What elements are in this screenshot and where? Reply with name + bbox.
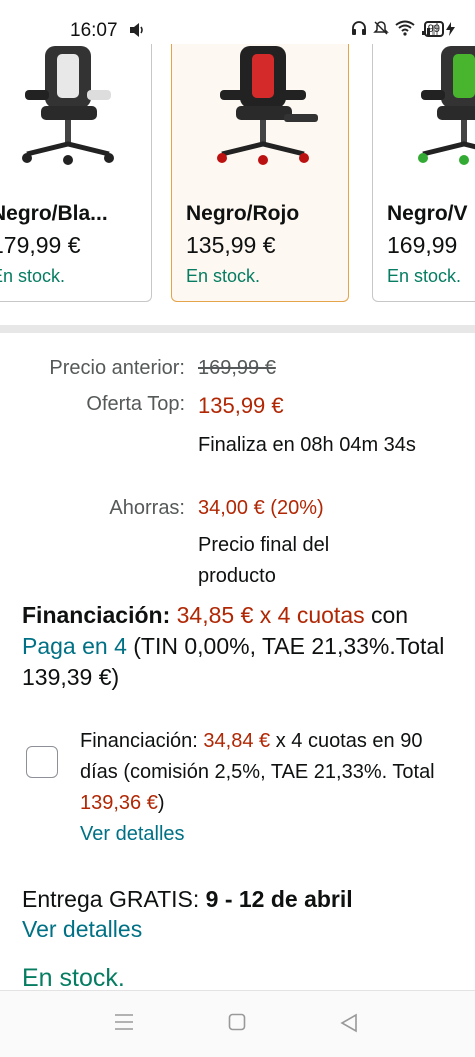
- delivery-dates: 9 - 12 de abril: [205, 886, 353, 912]
- availability-status: En stock.: [22, 964, 125, 992]
- financing-summary: Financiación: 34,85 € x 4 cuotas con Pag…: [22, 600, 462, 693]
- previous-price-label: Precio anterior:: [49, 357, 185, 379]
- financing-option-close: ): [157, 792, 165, 814]
- financing-amount: 34,85 € x 4 cuotas: [176, 602, 365, 628]
- variant-stock: En stock.: [387, 266, 462, 286]
- section-divider: [0, 325, 475, 333]
- variant-card[interactable]: Negro/V 169,99 En stock.: [372, 44, 475, 302]
- vibrate-icon: [128, 22, 146, 43]
- financing-option-total: 139,36 €: [80, 792, 158, 814]
- notifications-off-icon: [373, 20, 389, 41]
- offer-label: Oferta Top:: [86, 393, 185, 415]
- delivery-details-link[interactable]: Ver detalles: [22, 914, 353, 944]
- variant-stock: En stock.: [0, 266, 66, 286]
- financing-option-label: Financiación:: [80, 730, 198, 752]
- previous-price-value: 169,99 €: [198, 357, 276, 379]
- financing-label: Financiación:: [22, 602, 171, 628]
- variant-price: 179,99 €: [0, 232, 81, 258]
- financing-with: con: [371, 602, 409, 628]
- wifi-icon: [395, 20, 415, 41]
- menu-icon[interactable]: [114, 1013, 134, 1036]
- final-price-note: Precio final del producto: [198, 534, 330, 587]
- variant-card[interactable]: Negro/Bla... 179,99 € En stock.: [0, 44, 152, 302]
- delivery-info: Entrega GRATIS: 9 - 12 de abril Ver deta…: [22, 884, 353, 944]
- battery-indicator: 99: [423, 21, 455, 37]
- charging-icon: [446, 22, 455, 36]
- back-icon[interactable]: [340, 1013, 358, 1038]
- variant-name: Negro/V: [387, 202, 468, 225]
- savings-value: 34,00 € (20%): [198, 497, 324, 519]
- home-icon[interactable]: [228, 1013, 246, 1036]
- system-nav-bar: [0, 990, 475, 1057]
- battery-level: 99: [423, 21, 444, 37]
- financing-option-checkbox[interactable]: [26, 746, 58, 778]
- variant-card-selected[interactable]: Negro/Rojo 135,99 € En stock.: [171, 44, 349, 302]
- gaming-chair-image: [22, 46, 114, 165]
- financing-option-amount: 34,84 €: [203, 730, 271, 752]
- status-time: 16:07: [70, 20, 118, 41]
- variant-carousel[interactable]: Negro/Bla... 179,99 € En stock. Negro/Ro…: [0, 44, 475, 304]
- offer-price-value: 135,99 €: [198, 393, 284, 418]
- variant-name: Negro/Bla...: [0, 202, 108, 225]
- pay-in-4-link[interactable]: Paga en 4: [22, 633, 127, 659]
- gaming-chair-image: [217, 46, 318, 165]
- variant-price: 169,99: [387, 232, 458, 258]
- variant-stock: En stock.: [186, 266, 261, 286]
- variant-price: 135,99 €: [186, 232, 276, 258]
- headphones-icon: [351, 20, 367, 41]
- status-bar: 16:07 99: [0, 0, 475, 44]
- financing-option: Financiación: 34,84 € x 4 cuotas en 90 d…: [80, 726, 460, 850]
- savings-label: Ahorras:: [109, 497, 185, 519]
- deal-timer: Finaliza en 08h 04m 34s: [198, 434, 416, 456]
- financing-details-link[interactable]: Ver detalles: [80, 819, 460, 850]
- delivery-prefix: Entrega GRATIS:: [22, 886, 200, 912]
- variant-name: Negro/Rojo: [186, 202, 300, 225]
- gaming-chair-image: [418, 46, 475, 165]
